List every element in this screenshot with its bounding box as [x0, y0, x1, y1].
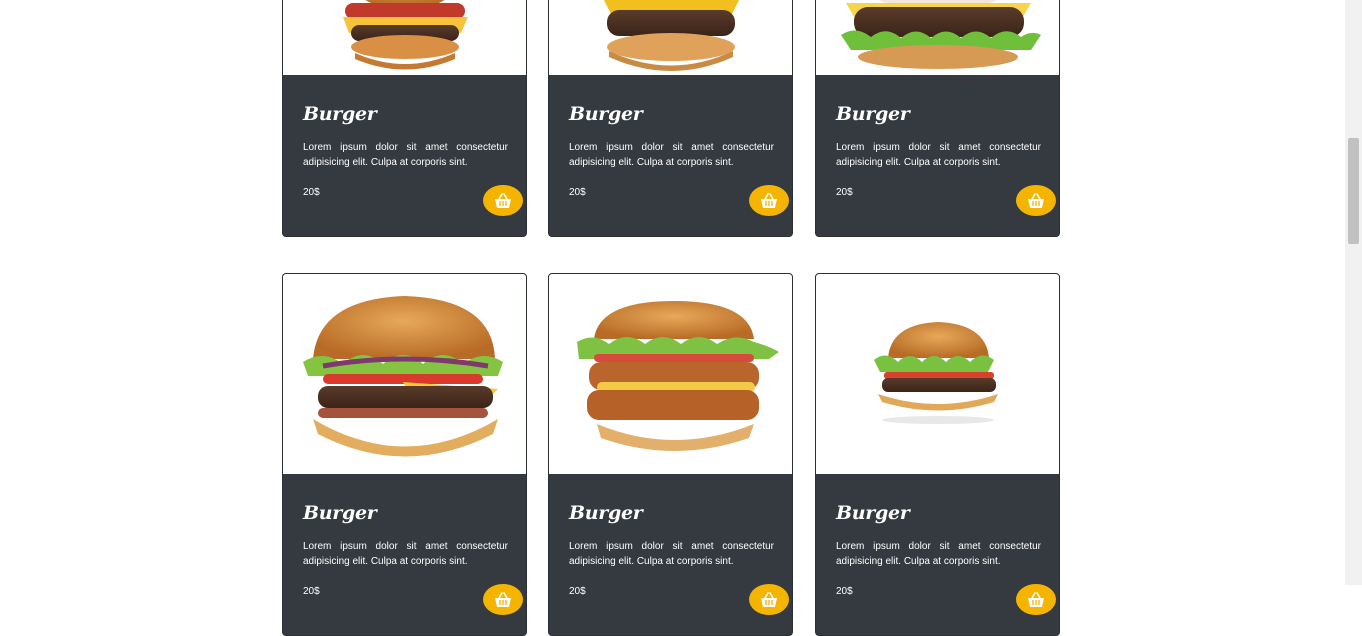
basket-icon [1028, 192, 1044, 208]
product-card: Burger Lorem ipsum dolor sit amet consec… [815, 0, 1060, 237]
product-description: Lorem ipsum dolor sit amet consectetur a… [569, 541, 774, 567]
add-to-cart-button[interactable] [1016, 185, 1056, 216]
product-card: Burger Lorem ipsum dolor sit amet consec… [815, 273, 1060, 636]
scrollbar-thumb[interactable] [1348, 138, 1359, 244]
product-description: Lorem ipsum dolor sit amet consectetur a… [569, 142, 774, 168]
product-card-body: Burger Lorem ipsum dolor sit amet consec… [549, 75, 792, 236]
product-card: Burger Lorem ipsum dolor sit amet consec… [548, 273, 793, 636]
product-price: 20$ [836, 586, 853, 597]
product-title: Burger [836, 103, 910, 125]
product-card: Burger Lorem ipsum dolor sit amet consec… [282, 273, 527, 636]
add-to-cart-button[interactable] [749, 185, 789, 216]
product-title: Burger [836, 502, 910, 524]
product-title: Burger [303, 103, 377, 125]
product-card: Burger Lorem ipsum dolor sit amet consec… [548, 0, 793, 237]
add-to-cart-button[interactable] [483, 584, 523, 615]
basket-icon [1028, 591, 1044, 607]
basket-icon [761, 591, 777, 607]
basket-icon [495, 192, 511, 208]
product-price: 20$ [836, 187, 853, 198]
product-price: 20$ [569, 586, 586, 597]
product-card-body: Burger Lorem ipsum dolor sit amet consec… [283, 75, 526, 236]
product-card: Burger Lorem ipsum dolor sit amet consec… [282, 0, 527, 237]
product-card-body: Burger Lorem ipsum dolor sit amet consec… [816, 474, 1059, 635]
product-card-body: Burger Lorem ipsum dolor sit amet consec… [549, 474, 792, 635]
product-description: Lorem ipsum dolor sit amet consectetur a… [836, 142, 1041, 168]
burger-image [283, 0, 526, 75]
product-title: Burger [303, 502, 377, 524]
burger-image [283, 274, 526, 474]
product-price: 20$ [303, 187, 320, 198]
product-title: Burger [569, 103, 643, 125]
basket-icon [761, 192, 777, 208]
burger-image [549, 274, 792, 474]
basket-icon [495, 591, 511, 607]
product-card-body: Burger Lorem ipsum dolor sit amet consec… [283, 474, 526, 635]
product-price: 20$ [569, 187, 586, 198]
vertical-scrollbar[interactable] [1345, 0, 1362, 585]
add-to-cart-button[interactable] [483, 185, 523, 216]
burger-image [549, 0, 792, 75]
product-grid: Burger Lorem ipsum dolor sit amet consec… [0, 0, 1345, 636]
burger-image [816, 0, 1059, 75]
add-to-cart-button[interactable] [749, 584, 789, 615]
product-price: 20$ [303, 586, 320, 597]
product-description: Lorem ipsum dolor sit amet consectetur a… [836, 541, 1041, 567]
product-description: Lorem ipsum dolor sit amet consectetur a… [303, 541, 508, 567]
burger-image [816, 274, 1059, 474]
add-to-cart-button[interactable] [1016, 584, 1056, 615]
product-description: Lorem ipsum dolor sit amet consectetur a… [303, 142, 508, 168]
product-title: Burger [569, 502, 643, 524]
product-card-body: Burger Lorem ipsum dolor sit amet consec… [816, 75, 1059, 236]
